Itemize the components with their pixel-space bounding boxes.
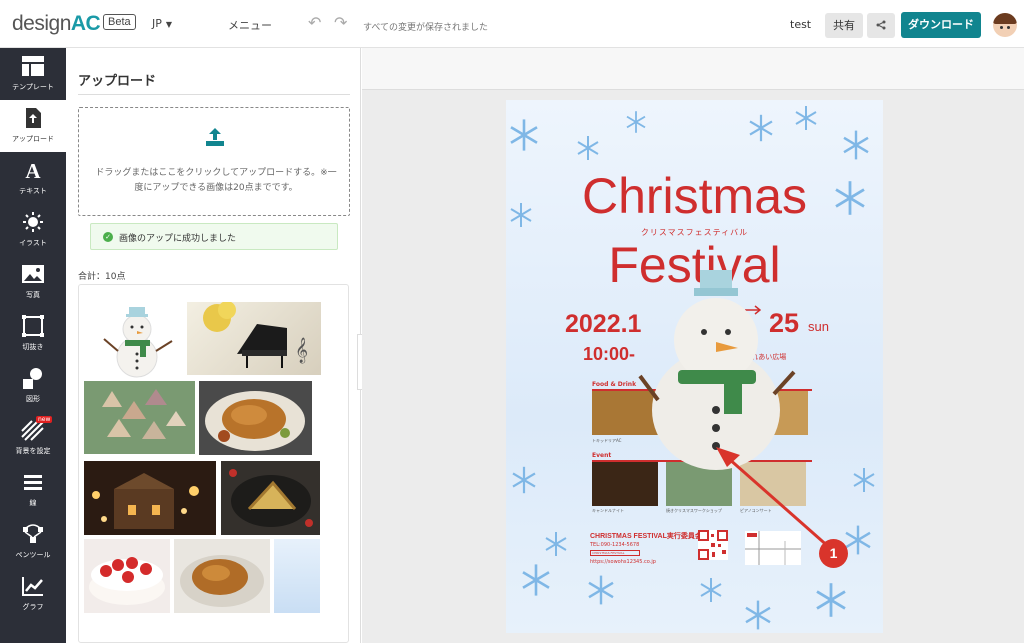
- poster-caption[interactable]: トキッドリアAC: [592, 438, 621, 444]
- avatar-eye: [1007, 26, 1010, 29]
- rail-item-label: グラフ: [22, 603, 44, 611]
- snowman-image: [103, 307, 173, 378]
- rail-item-label: テンプレート: [12, 83, 54, 91]
- rail-item-illustration[interactable]: イラスト: [0, 204, 66, 256]
- rail-item-line[interactable]: 線: [0, 464, 66, 516]
- language-selector[interactable]: JP ▼: [152, 17, 172, 30]
- poster-url[interactable]: https://sowohs12345.co.jp: [590, 559, 656, 565]
- svg-text:A: A: [25, 159, 41, 181]
- share-link-button[interactable]: [867, 13, 895, 38]
- divider: [78, 94, 350, 95]
- rail-item-chart[interactable]: グラフ: [0, 568, 66, 620]
- menu-button[interactable]: メニュー: [228, 17, 272, 33]
- rail-item-text[interactable]: A テキスト: [0, 152, 66, 204]
- cake-image: [89, 557, 165, 605]
- image-thumbnail-candles[interactable]: [84, 461, 216, 535]
- cookies-image: [102, 389, 186, 439]
- username: test: [790, 18, 812, 31]
- rail-item-label: 線: [29, 499, 37, 507]
- success-alert: ✓ 画像のアップに成功しました: [90, 223, 338, 250]
- poster-day-sun[interactable]: sun: [808, 319, 829, 334]
- rail-item-template[interactable]: テンプレート: [0, 48, 66, 100]
- rail-item-label: 切抜き: [22, 343, 44, 351]
- new-badge: new: [36, 416, 53, 423]
- redo-icon[interactable]: ↷: [334, 13, 347, 32]
- rail-item-shape[interactable]: 図形: [0, 360, 66, 412]
- quiche-image: [229, 469, 313, 527]
- image-thumbnail-snowman[interactable]: [94, 299, 180, 379]
- poster-mini-label[interactable]: CHRISTMAS FESTIVAL: [590, 550, 640, 556]
- poster-date[interactable]: 2022.1: [565, 310, 641, 339]
- image-thumbnail-piano[interactable]: 𝄞: [187, 302, 321, 375]
- avatar-hair: [993, 13, 1017, 24]
- canvas-toolbar-strip: [362, 48, 1024, 90]
- poster-tel[interactable]: TEL:090-1234-5678: [590, 542, 639, 548]
- candles-image: [92, 473, 199, 529]
- uploaded-images-gallery: 𝄞: [78, 284, 349, 643]
- poster-caption[interactable]: キャンドルナイト: [592, 508, 624, 514]
- rail-item-label: ペンツール: [15, 551, 51, 559]
- beta-badge: Beta: [103, 14, 136, 30]
- poster-title-christmas[interactable]: Christmas: [506, 168, 883, 224]
- undo-icon[interactable]: ↶: [308, 13, 321, 32]
- share-button[interactable]: 共有: [825, 13, 863, 38]
- rail-item-crop[interactable]: 切抜き: [0, 308, 66, 360]
- canvas-area: Christmas クリスマスフェスティバル Festival 2022.1 s…: [362, 48, 1024, 643]
- rail-item-upload[interactable]: アップロード: [0, 100, 66, 152]
- rail-item-label: 写真: [26, 291, 40, 299]
- image-thumbnail-quiche[interactable]: [221, 461, 320, 535]
- panel-title: アップロード: [78, 74, 157, 89]
- app-logo[interactable]: designAC: [12, 12, 101, 36]
- image-thumbnail-roast-chicken-2[interactable]: [174, 539, 270, 613]
- tool-rail: テンプレート アップロード A テキスト イラスト 写真 切抜き 図形 new …: [0, 48, 66, 643]
- success-message: 画像のアップに成功しました: [119, 234, 237, 244]
- download-button[interactable]: ダウンロード: [901, 12, 981, 38]
- poster-section-food[interactable]: Food & Drink: [592, 381, 636, 388]
- upload-count: 合計：10点: [78, 272, 126, 282]
- crop-icon: [22, 315, 44, 337]
- upload-dropzone[interactable]: ドラッグまたはここをクリックしてアップロードする。※一度にアップできる画像は20…: [78, 107, 350, 216]
- upload-icon: [26, 108, 41, 128]
- upload-panel: アップロード ドラッグまたはここをクリックしてアップロードする。※一度にアップで…: [66, 48, 361, 643]
- rail-item-label: 図形: [26, 395, 40, 403]
- annotation-marker: 1: [819, 539, 848, 568]
- piano-image: 𝄞: [203, 302, 308, 368]
- shape-icon: [23, 368, 42, 389]
- pen-tool-icon: [23, 524, 43, 543]
- text-icon: A: [25, 159, 41, 181]
- rail-item-label: 背景を設定: [15, 447, 51, 455]
- avatar[interactable]: [993, 13, 1017, 37]
- top-bar: designAC Beta JP ▼ メニュー ↶ ↷ すべての変更が保存されまし…: [0, 0, 1024, 48]
- rail-item-photo[interactable]: 写真: [0, 256, 66, 308]
- rail-item-background[interactable]: new 背景を設定: [0, 412, 66, 464]
- rail-item-pen-tool[interactable]: ペンツール: [0, 516, 66, 568]
- rail-item-label: テキスト: [19, 187, 47, 195]
- svg-text:𝄞: 𝄞: [295, 337, 308, 363]
- poster-section-event[interactable]: Event: [592, 452, 611, 459]
- image-thumbnail-cake[interactable]: [84, 539, 170, 613]
- illustration-icon: [23, 212, 43, 232]
- poster-time[interactable]: 10:00-: [583, 344, 635, 365]
- line-icon: [24, 475, 42, 490]
- image-thumbnail-snow-background[interactable]: [274, 539, 320, 613]
- photo-icon: [22, 265, 44, 283]
- poster-organizer[interactable]: CHRISTMAS FESTIVAL実行委員会: [590, 531, 702, 541]
- share-icon: [876, 20, 886, 30]
- chevron-down-icon: ▼: [165, 20, 173, 29]
- roast-chicken-image: [180, 555, 264, 607]
- template-icon: [22, 56, 44, 76]
- save-status: すべての変更が保存されました: [363, 23, 489, 33]
- rail-item-label: イラスト: [19, 239, 47, 247]
- check-icon: ✓: [103, 232, 113, 242]
- chart-icon: [22, 577, 43, 596]
- dropzone-text: ドラッグまたはここをクリックしてアップロードする。※一度にアップできる画像は20…: [95, 168, 337, 193]
- avatar-eye: [1000, 26, 1003, 29]
- image-thumbnail-roast-chicken[interactable]: [199, 381, 312, 455]
- image-thumbnail-cookies[interactable]: [84, 381, 195, 454]
- rail-item-label: アップロード: [12, 135, 54, 143]
- roast-chicken-image: [205, 391, 305, 451]
- upload-icon: [206, 128, 224, 146]
